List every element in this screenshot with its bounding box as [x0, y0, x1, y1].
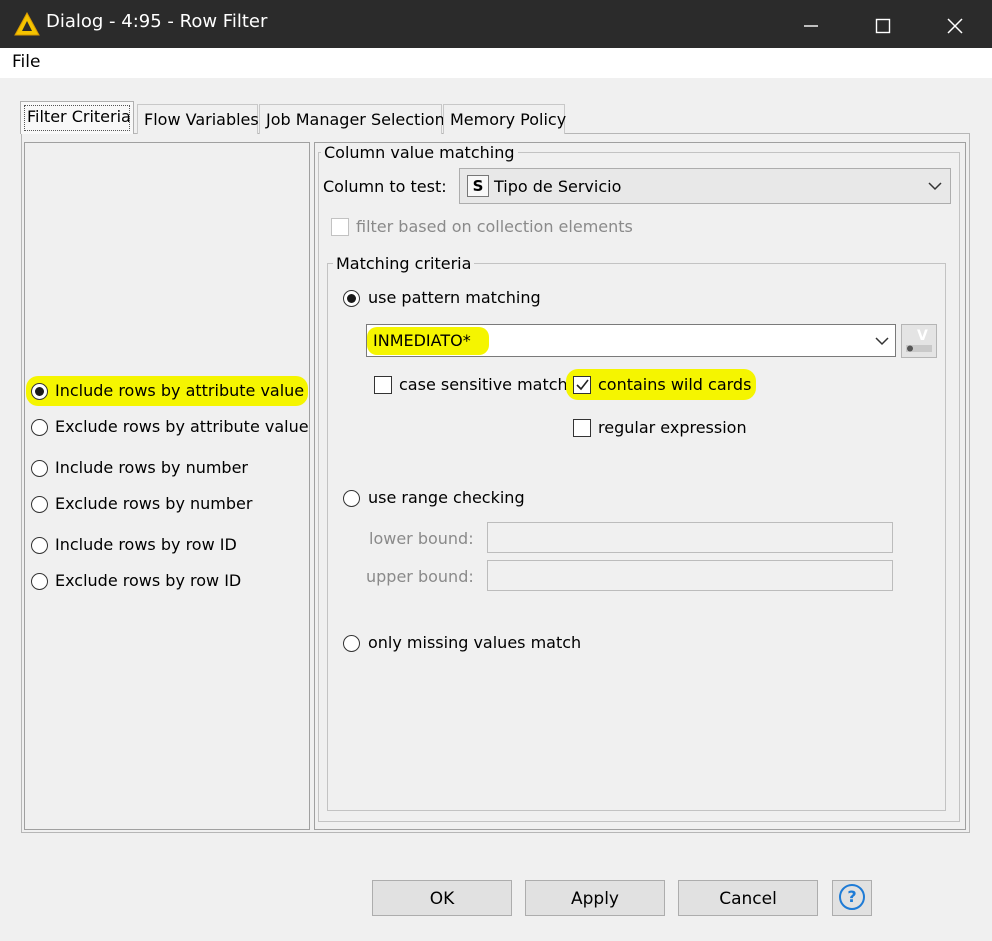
include-attribute-label: Include rows by attribute value	[55, 381, 305, 400]
radio-exclude-number[interactable]	[31, 496, 48, 513]
tab-label: Filter Criteria	[27, 107, 131, 126]
minimize-icon	[804, 24, 818, 27]
collection-elements-checkbox[interactable]	[331, 218, 349, 236]
filter-mode-panel	[24, 142, 310, 830]
tab-memory-policy[interactable]: Memory Policy	[443, 104, 566, 134]
exclude-attribute-label: Exclude rows by attribute value	[55, 417, 309, 436]
include-number-label: Include rows by number	[55, 458, 249, 477]
close-button[interactable]	[920, 0, 990, 48]
radio-include-attribute[interactable]	[31, 383, 48, 400]
case-sensitive-label: case sensitive match	[399, 375, 568, 394]
close-icon	[947, 17, 963, 34]
radio-pattern-matching[interactable]	[343, 290, 360, 307]
maximize-icon	[875, 18, 891, 33]
radio-include-number[interactable]	[31, 460, 48, 477]
svg-text:V: V	[917, 328, 928, 344]
menu-file[interactable]: File	[12, 52, 40, 72]
upper-bound-input[interactable]	[487, 560, 893, 591]
menu-bar	[0, 48, 992, 78]
chevron-down-icon	[928, 182, 942, 191]
include-rowid-label: Include rows by row ID	[55, 535, 237, 554]
missing-values-label: only missing values match	[368, 633, 582, 652]
wild-cards-label: contains wild cards	[598, 375, 752, 394]
column-to-test-label: Column to test:	[323, 177, 447, 196]
radio-exclude-attribute[interactable]	[31, 419, 48, 436]
maximize-button[interactable]	[848, 0, 918, 48]
matching-criteria-legend: Matching criteria	[333, 254, 475, 273]
range-checking-label: use range checking	[368, 488, 525, 507]
radio-missing-values[interactable]	[343, 635, 360, 652]
wild-cards-checkbox[interactable]	[573, 376, 591, 394]
regular-expression-label: regular expression	[598, 418, 747, 437]
help-icon: ?	[839, 884, 865, 910]
regular-expression-checkbox[interactable]	[573, 419, 591, 437]
exclude-rowid-label: Exclude rows by row ID	[55, 571, 242, 590]
column-select-value: Tipo de Servicio	[494, 177, 622, 196]
window-title: Dialog - 4:95 - Row Filter	[46, 11, 268, 32]
column-select[interactable]: S Tipo de Servicio	[459, 168, 951, 204]
case-sensitive-checkbox[interactable]	[374, 376, 392, 394]
ok-button[interactable]: OK	[372, 880, 512, 916]
upper-bound-label: upper bound:	[366, 567, 474, 586]
exclude-number-label: Exclude rows by number	[55, 494, 253, 513]
help-button[interactable]: ?	[832, 880, 872, 916]
tab-job-manager-selection[interactable]: Job Manager Selection	[259, 104, 445, 134]
pattern-input[interactable]: INMEDIATO*	[366, 324, 896, 357]
flow-variable-icon: V	[906, 328, 932, 352]
lower-bound-input[interactable]	[487, 522, 893, 553]
radio-include-rowid[interactable]	[31, 537, 48, 554]
pattern-matching-label: use pattern matching	[368, 288, 541, 307]
pattern-value: INMEDIATO*	[373, 331, 471, 350]
tab-flow-variables[interactable]: Flow Variables	[137, 104, 259, 134]
lower-bound-label: lower bound:	[369, 529, 474, 548]
cancel-button[interactable]: Cancel	[678, 880, 818, 916]
string-type-icon: S	[467, 175, 489, 197]
flow-variable-button[interactable]: V	[901, 324, 937, 358]
checkmark-icon	[576, 379, 589, 391]
collection-elements-label: filter based on collection elements	[356, 217, 633, 236]
radio-exclude-rowid[interactable]	[31, 573, 48, 590]
apply-button[interactable]: Apply	[525, 880, 665, 916]
chevron-down-icon	[875, 337, 889, 346]
radio-range-checking[interactable]	[343, 490, 360, 507]
column-value-matching-legend: Column value matching	[321, 143, 518, 162]
warning-triangle-icon	[14, 12, 40, 36]
tab-filter-criteria[interactable]: Filter Criteria	[20, 101, 134, 134]
minimize-button[interactable]	[776, 0, 846, 48]
